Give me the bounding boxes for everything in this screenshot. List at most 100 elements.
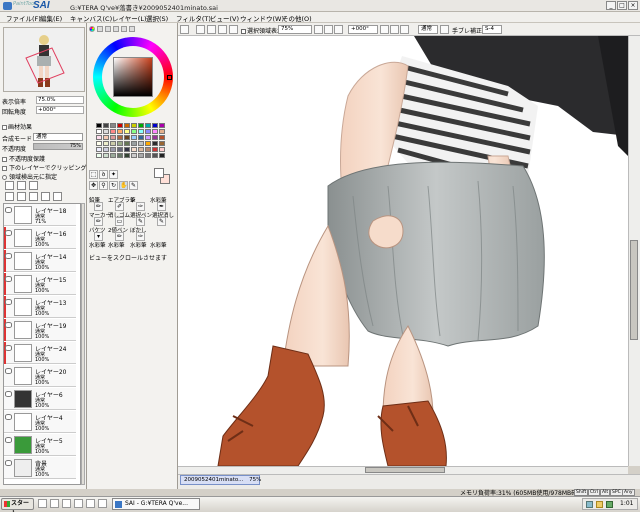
zoom-out-icon[interactable]	[314, 25, 323, 34]
close-button[interactable]: ×	[628, 1, 638, 10]
stabilizer-select[interactable]: S-4	[482, 25, 502, 34]
selection-display-check[interactable]: 選択領域表示	[241, 26, 283, 35]
layer-row[interactable]: レイヤー24 通常 100%	[4, 342, 76, 364]
zoom-reset-icon[interactable]	[334, 25, 343, 34]
hsv-tab-icon[interactable]	[105, 26, 111, 32]
layer-row[interactable]: レイヤー6 通常 100%	[4, 388, 76, 410]
binary-pen-icon[interactable]: ✏	[115, 232, 124, 241]
swatch-tab-icon[interactable]	[121, 26, 127, 32]
primary-color[interactable]	[154, 168, 164, 178]
layer-row[interactable]: 背景 通常 100%	[4, 457, 76, 479]
visibility-eye-icon[interactable]	[5, 322, 12, 328]
opacity-slider[interactable]: 75%	[33, 143, 83, 150]
airbrush-icon[interactable]: ✐	[115, 202, 124, 211]
rotation-select[interactable]: +000°	[348, 25, 378, 34]
magic-wand-icon[interactable]: ✦	[109, 170, 118, 179]
navigator-preview[interactable]	[3, 27, 85, 92]
layer-row[interactable]: レイヤー13 通常 100%	[4, 296, 76, 318]
start-button[interactable]: スタート	[1, 498, 34, 512]
menu-layer[interactable]: レイヤー(L)	[112, 13, 147, 23]
visibility-eye-icon[interactable]	[5, 299, 12, 305]
menu-file[interactable]: ファイル(F)	[6, 13, 41, 23]
eraser-icon[interactable]: ▭	[115, 217, 124, 226]
layer-row[interactable]: レイヤー15 通常 100%	[4, 273, 76, 295]
layer-row[interactable]: レイヤー14 通常 100%	[4, 250, 76, 272]
tool-custom-1[interactable]: 水彩筆	[89, 241, 106, 249]
mixer-tab-icon[interactable]	[113, 26, 119, 32]
show-selection-icon[interactable]	[218, 25, 227, 34]
visibility-eye-icon[interactable]	[5, 230, 12, 236]
tool-brush[interactable]: 筆	[130, 196, 136, 204]
layer-row[interactable]: レイヤー5 通常 100%	[4, 434, 76, 456]
maximize-button[interactable]: □	[617, 1, 627, 10]
blur-icon[interactable]: ✑	[136, 232, 145, 241]
visibility-eye-icon[interactable]	[5, 460, 12, 466]
tool-custom-3[interactable]: 水彩筆	[130, 241, 147, 249]
menu-edit[interactable]: 編集(E)	[40, 13, 62, 23]
select-all-icon[interactable]	[196, 25, 205, 34]
visibility-eye-icon[interactable]	[5, 207, 12, 213]
merge-down-icon[interactable]	[29, 192, 38, 201]
protect-opacity-check[interactable]: 不透明度保護	[2, 154, 45, 163]
quicklaunch-folder-icon[interactable]	[62, 499, 71, 508]
tray-volume-icon[interactable]	[596, 501, 603, 508]
select-pen-icon[interactable]: ✎	[136, 217, 145, 226]
quicklaunch-media-icon[interactable]	[74, 499, 83, 508]
tray-security-icon[interactable]	[606, 501, 613, 508]
layer-row[interactable]: レイヤー19 通常 100%	[4, 319, 76, 341]
folder-icon[interactable]	[29, 181, 38, 190]
visibility-eye-icon[interactable]	[5, 414, 12, 420]
texture-check-icon[interactable]	[2, 125, 7, 130]
menu-canvas[interactable]: キャンバス(C)	[70, 13, 112, 23]
rotate-right-icon[interactable]	[390, 25, 399, 34]
tool-custom-4[interactable]: 水彩筆	[150, 241, 167, 249]
layer-scrollbar[interactable]	[81, 203, 85, 485]
zoom-tool-icon[interactable]: ⚲	[99, 181, 108, 190]
move-tool-icon[interactable]: ✥	[89, 181, 98, 190]
rotate-reset-icon[interactable]	[400, 25, 409, 34]
quicklaunch-browser-icon[interactable]	[50, 499, 59, 508]
quicklaunch-app-icon[interactable]	[86, 499, 95, 508]
tray-network-icon[interactable]	[586, 501, 593, 508]
flip-icon[interactable]	[229, 25, 238, 34]
zoom-select[interactable]: 75%	[278, 25, 312, 34]
zoom-in-icon[interactable]	[324, 25, 333, 34]
menu-select[interactable]: 選択(S)	[146, 13, 168, 23]
rotate-left-icon[interactable]	[380, 25, 389, 34]
rgb-tab-icon[interactable]	[97, 26, 103, 32]
visibility-eye-icon[interactable]	[5, 276, 12, 282]
reverse-icon[interactable]	[440, 25, 449, 34]
bucket-icon[interactable]: ▾	[94, 232, 103, 241]
visibility-eye-icon[interactable]	[5, 253, 12, 259]
invert-selection-icon[interactable]	[207, 25, 216, 34]
layer-row[interactable]: レイヤー4 通常 100%	[4, 411, 76, 433]
select-eraser-icon[interactable]: ✎	[157, 217, 166, 226]
pencil-icon[interactable]: ✏	[94, 202, 103, 211]
trash-icon[interactable]	[41, 192, 50, 201]
layer-row[interactable]: レイヤー18 通常 71%	[4, 204, 76, 226]
rotate-value[interactable]: +000°	[36, 106, 84, 114]
blend-mode-select[interactable]: 通常	[33, 133, 83, 141]
menu-filter[interactable]: フィルタ(T)	[176, 13, 211, 23]
vertical-scroll-thumb[interactable]	[630, 240, 638, 340]
brush-icon[interactable]: ✑	[136, 202, 145, 211]
new-set-icon[interactable]	[17, 181, 26, 190]
swatch-grid[interactable]	[96, 123, 166, 163]
horizontal-scroll-thumb[interactable]	[365, 467, 445, 473]
menu-window[interactable]: ウィンドウ(W)	[240, 13, 284, 23]
eyedropper-icon[interactable]: ✎	[129, 181, 138, 190]
marquee-tool-icon[interactable]: ⬚	[89, 170, 98, 179]
document-tab[interactable]: 2009052401minato... 75%	[180, 475, 261, 485]
watercolor-icon[interactable]: ✒	[157, 202, 166, 211]
transfer-icon[interactable]	[5, 192, 14, 201]
layer-list[interactable]: レイヤー18 通常 71% レイヤー16 通常 100% レイヤー14 通常 100% レイ…	[3, 203, 81, 485]
menu-other[interactable]: その他(O)	[282, 13, 312, 23]
marker-icon[interactable]: ✏	[94, 217, 103, 226]
visibility-eye-icon[interactable]	[5, 437, 12, 443]
tool-custom-2[interactable]: 水彩筆	[108, 241, 125, 249]
layer-row[interactable]: レイヤー20 通常 100%	[4, 365, 76, 387]
minimize-button[interactable]: _	[606, 1, 616, 10]
quicklaunch-desktop-icon[interactable]	[38, 499, 47, 508]
hand-tool-icon[interactable]: ✋	[119, 181, 128, 190]
color-wheel-tab-icon[interactable]	[89, 26, 95, 32]
